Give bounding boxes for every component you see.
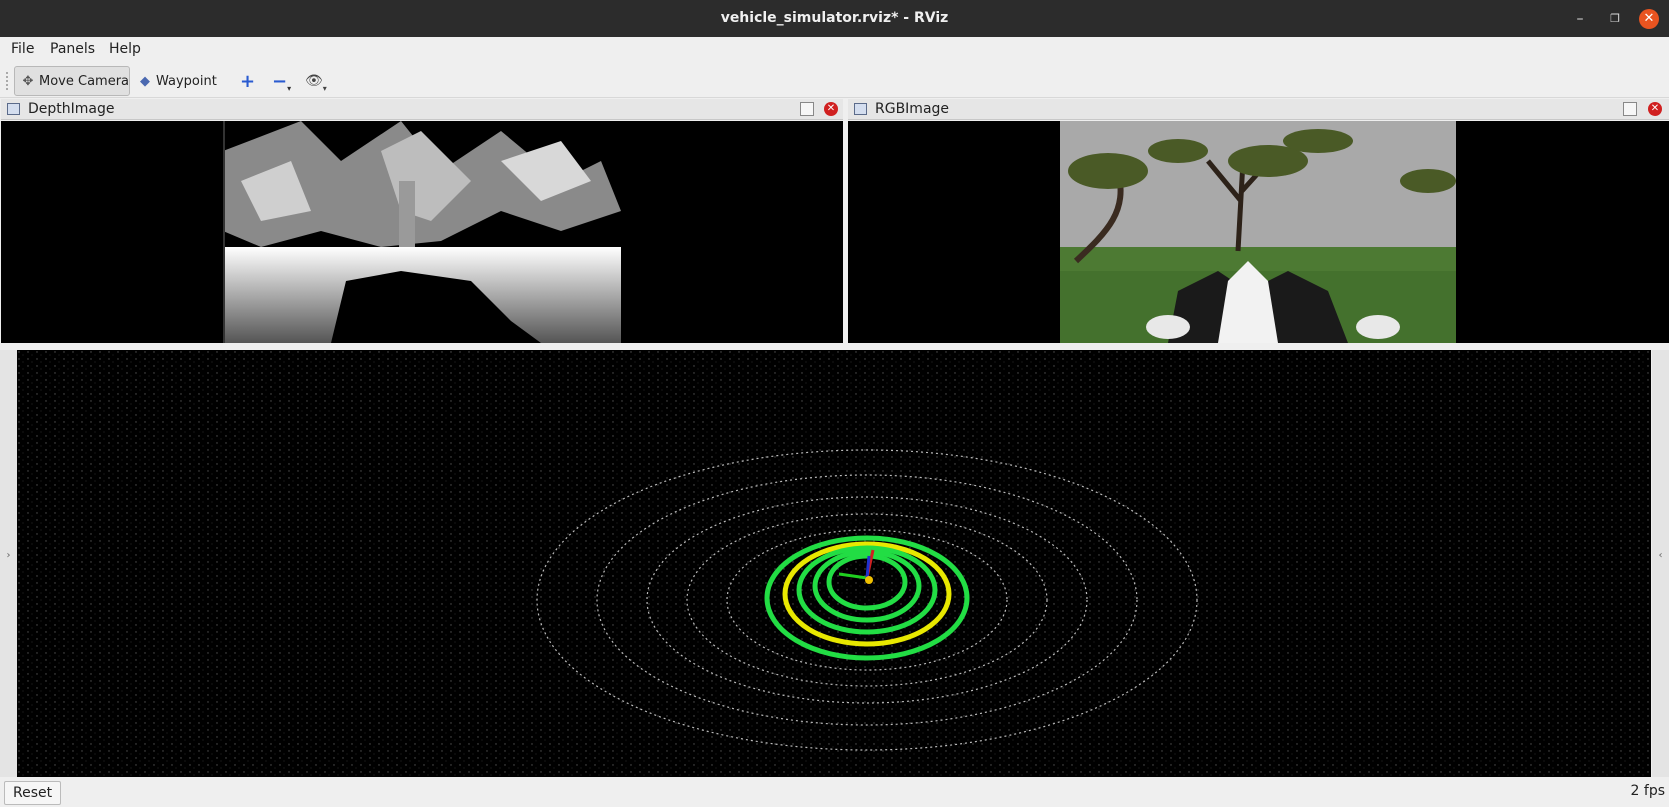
- rgb-panel-title: RGBImage: [875, 101, 950, 117]
- menu-file[interactable]: File: [11, 41, 34, 57]
- move-camera-label: Move Camera: [39, 73, 130, 89]
- add-tool-icon[interactable]: +: [240, 66, 262, 96]
- rgb-image-view[interactable]: [848, 121, 1669, 343]
- toolbar: ✥ Move Camera ◆ Waypoint + − ▾ 👁 ▾: [0, 63, 1669, 98]
- reset-button[interactable]: Reset: [4, 781, 62, 805]
- waypoint-label: Waypoint: [156, 73, 217, 89]
- restore-icon[interactable]: ❐: [1605, 9, 1625, 29]
- toolbar-grip[interactable]: [6, 72, 10, 90]
- image-panel-icon: [7, 103, 20, 115]
- render-3d-view[interactable]: [17, 350, 1651, 777]
- image-panel-icon: [854, 103, 867, 115]
- menubar: File Panels Help: [0, 37, 1669, 63]
- waypoint-button[interactable]: ◆ Waypoint: [132, 66, 218, 96]
- undock-icon[interactable]: [800, 102, 814, 116]
- window-titlebar: vehicle_simulator.rviz* - RViz – ❐ ✕: [0, 0, 1669, 37]
- point-cloud: [17, 350, 1651, 777]
- depth-image-view[interactable]: [1, 121, 843, 343]
- minimize-icon[interactable]: –: [1570, 9, 1590, 29]
- depth-panel-title: DepthImage: [28, 101, 115, 117]
- fps-readout: 2 fps: [1630, 783, 1665, 799]
- menu-panels[interactable]: Panels: [50, 41, 95, 57]
- depth-image: [223, 121, 621, 343]
- undock-icon[interactable]: [1623, 102, 1637, 116]
- right-dock-toggle[interactable]: ‹: [1652, 350, 1669, 777]
- move-camera-button[interactable]: ✥ Move Camera: [14, 66, 130, 96]
- view-eye-icon[interactable]: 👁 ▾: [305, 66, 331, 96]
- menu-help[interactable]: Help: [109, 41, 141, 57]
- remove-tool-icon[interactable]: − ▾: [272, 66, 296, 96]
- waypoint-icon: ◆: [140, 73, 150, 89]
- close-window-icon[interactable]: ✕: [1639, 9, 1659, 29]
- panel-close-icon[interactable]: ✕: [824, 102, 838, 116]
- left-dock-toggle[interactable]: ›: [0, 350, 17, 777]
- panel-close-icon[interactable]: ✕: [1648, 102, 1662, 116]
- rgb-image: [1060, 121, 1456, 343]
- rgb-panel-header: RGBImage ✕: [848, 99, 1669, 120]
- statusbar: Reset 2 fps: [0, 777, 1669, 807]
- window-title: vehicle_simulator.rviz* - RViz: [720, 10, 949, 26]
- depth-panel-header: DepthImage ✕: [1, 99, 843, 120]
- move-camera-icon: ✥: [22, 73, 34, 89]
